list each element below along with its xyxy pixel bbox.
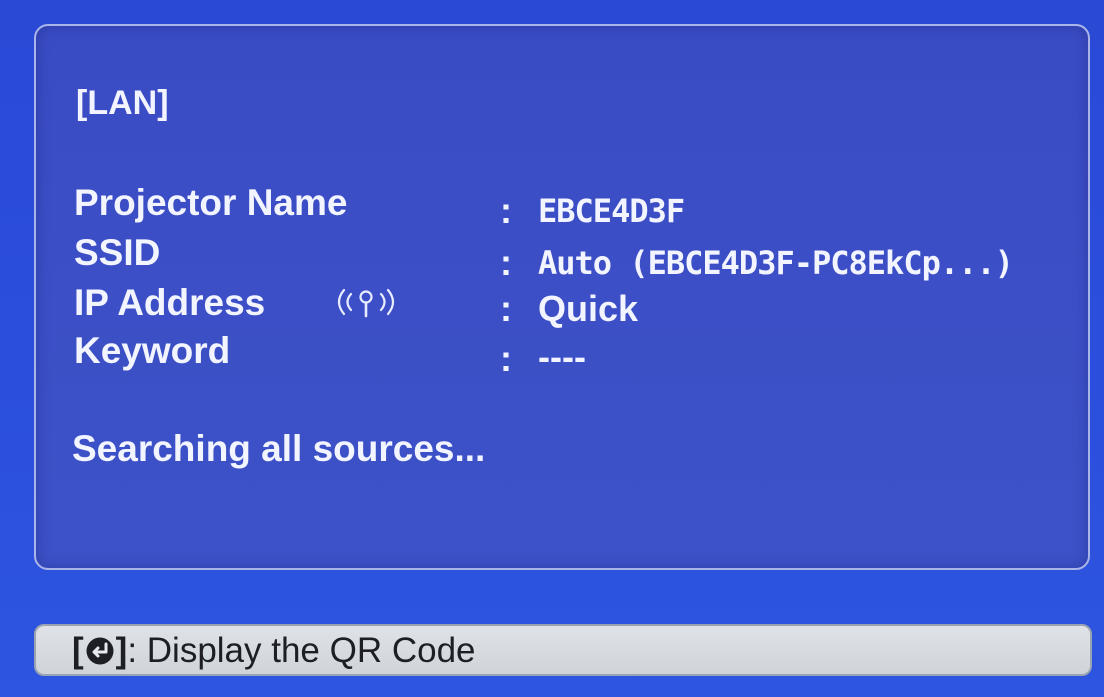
projector-name-label: Projector Name — [74, 182, 348, 223]
keyword-colon: : — [500, 338, 512, 379]
section-title: [LAN] — [76, 84, 169, 122]
help-hint: []: Display the QR Code — [72, 631, 476, 671]
keyword-value: ---- — [538, 336, 586, 377]
ssid-label: SSID — [74, 232, 161, 273]
projector-name-colon: : — [500, 190, 512, 231]
projector-name-value: EBCE4D3F — [538, 192, 685, 230]
ip-address-value: Quick — [538, 288, 639, 329]
enter-button-icon — [86, 637, 114, 665]
help-bar: []: Display the QR Code — [34, 624, 1092, 676]
lan-info-panel: [LAN] Projector Name : EBCE4D3F SSID : A… — [34, 24, 1090, 570]
status-message: Searching all sources... — [72, 428, 486, 469]
help-label: : Display the QR Code — [127, 631, 476, 670]
help-open-bracket: [ — [72, 631, 84, 670]
wireless-signal-icon — [337, 288, 395, 318]
ssid-colon: : — [500, 242, 512, 283]
ip-address-label: IP Address — [74, 282, 266, 323]
ssid-value: Auto (EBCE4D3F-PC8EkCp...) — [538, 244, 1014, 282]
help-close-bracket: ] — [115, 631, 128, 670]
ip-address-colon: : — [500, 288, 512, 329]
keyword-label: Keyword — [74, 330, 231, 371]
